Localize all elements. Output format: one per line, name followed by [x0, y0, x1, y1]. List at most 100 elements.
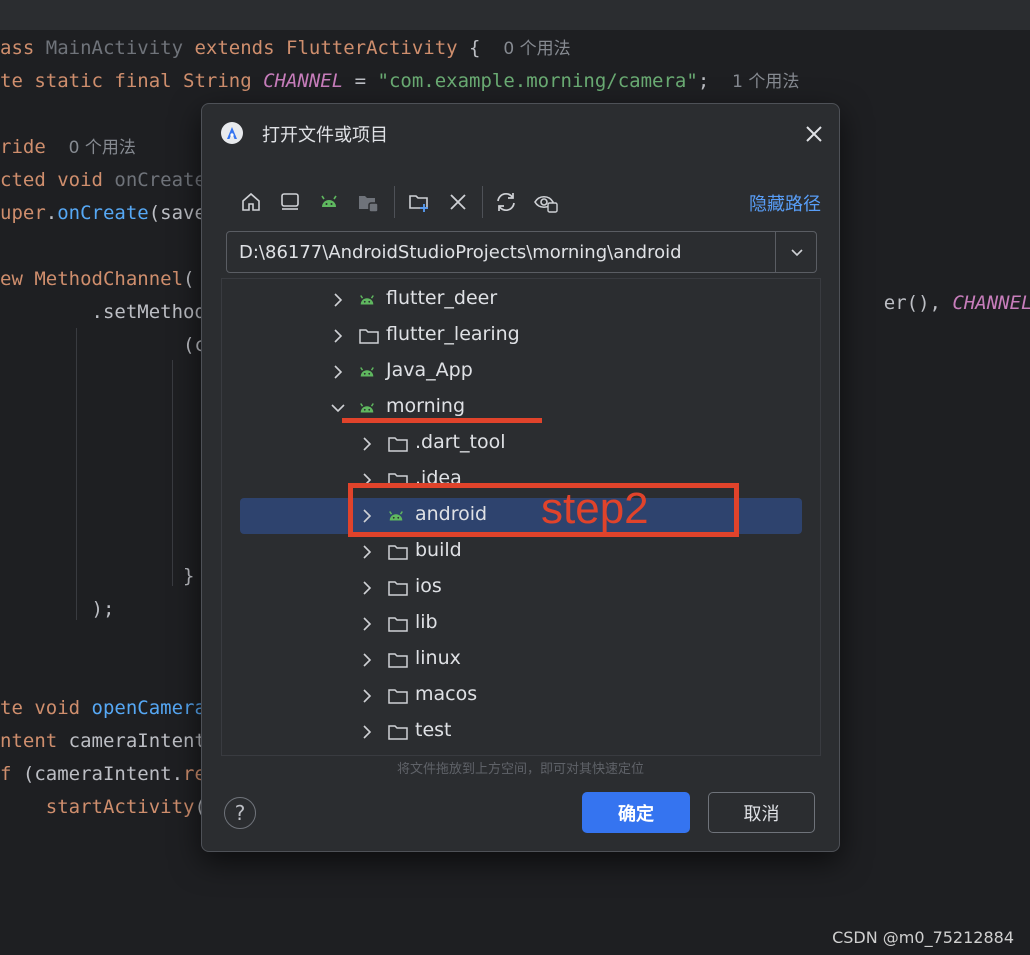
help-button[interactable]: ?: [224, 797, 256, 829]
tree-item-label: linux: [415, 647, 461, 669]
tree-item-test[interactable]: test: [222, 714, 820, 750]
code-token: (cameraIntent.: [22, 763, 184, 785]
chevron-right-icon[interactable]: [357, 686, 377, 706]
code-token: extends: [194, 37, 286, 59]
code-token: .setMethod(: [0, 301, 218, 323]
code-token: startActivity: [0, 796, 195, 818]
folder-icon: [387, 649, 409, 671]
tree-item-label: ios: [415, 575, 442, 597]
chevron-right-icon[interactable]: [357, 614, 377, 634]
code-token: ride: [0, 136, 69, 158]
tree-item-dart-tool[interactable]: .dart_tool: [222, 426, 820, 462]
code-line: }: [0, 564, 194, 588]
path-input[interactable]: [227, 232, 767, 272]
code-token: openCamera: [91, 697, 206, 719]
tree-item-lib[interactable]: lib: [222, 606, 820, 642]
code-token: =: [343, 70, 378, 92]
tree-item-macos[interactable]: macos: [222, 678, 820, 714]
code-token: (ca: [0, 334, 218, 356]
chevron-right-icon[interactable]: [357, 578, 377, 598]
code-token: te static final: [0, 70, 184, 92]
toolbar-divider: [394, 186, 395, 218]
delete-icon[interactable]: [443, 186, 473, 218]
chevron-right-icon[interactable]: [328, 326, 348, 346]
indent-guide: [172, 360, 173, 586]
code-token: {: [457, 37, 504, 59]
cancel-button[interactable]: 取消: [708, 792, 815, 833]
tree-item-label: lib: [415, 611, 438, 633]
chevron-right-icon[interactable]: [328, 290, 348, 310]
code-line: ew MethodChannel(: [0, 267, 195, 291]
tree-item-java-app[interactable]: Java_App: [222, 354, 820, 390]
chevron-down-icon[interactable]: [775, 232, 817, 272]
folder-icon: [358, 325, 380, 347]
show-hidden-icon[interactable]: [531, 186, 561, 218]
code-token: .: [45, 202, 58, 224]
chevron-right-icon[interactable]: [357, 434, 377, 454]
folder-icon: [387, 685, 409, 707]
code-token: f: [0, 763, 23, 785]
path-combobox: [226, 231, 817, 273]
home-icon[interactable]: [236, 186, 266, 218]
code-line: uper.onCreate(save: [0, 201, 206, 225]
code-token: MethodChannel: [34, 268, 184, 290]
toolbar-divider: [482, 186, 483, 218]
code-token: MainActivity: [45, 37, 195, 59]
tree-item-flutter-learing[interactable]: flutter_learing: [222, 318, 820, 354]
ok-button[interactable]: 确定: [582, 792, 690, 833]
code-token: cameraIntent: [68, 730, 206, 752]
tree-item-ios[interactable]: ios: [222, 570, 820, 606]
code-line-right-fragment: er(), CHANNEL): [883, 292, 1030, 314]
code-token: cted void: [0, 169, 115, 191]
tree-item-flutter-deer[interactable]: flutter_deer: [222, 282, 820, 318]
tree-item-build[interactable]: build: [222, 534, 820, 570]
refresh-icon[interactable]: [491, 186, 521, 218]
code-token: ass: [0, 37, 46, 59]
code-token: onCreate: [57, 202, 149, 224]
folder-icon: [387, 721, 409, 743]
tree-item-label: build: [415, 539, 462, 561]
code-token: "com.example.morning/camera": [377, 70, 698, 92]
tree-item-label: flutter_deer: [386, 287, 498, 309]
code-token: ;: [697, 70, 733, 92]
close-icon[interactable]: [802, 122, 826, 146]
usage-hint: 0 个用法: [503, 39, 571, 59]
module-folder-icon[interactable]: [353, 186, 383, 218]
folder-icon: [387, 577, 409, 599]
chevron-right-icon[interactable]: [357, 542, 377, 562]
code-token: (save: [148, 202, 206, 224]
dialog-title: 打开文件或项目: [262, 125, 388, 146]
annotation-underline: [342, 418, 542, 423]
android-studio-logo-icon: [221, 122, 243, 144]
chevron-down-icon[interactable]: [328, 398, 348, 418]
code-token: (: [183, 268, 195, 290]
editor-tab-bar: [0, 0, 1030, 30]
code-line: cted void onCreate: [0, 168, 206, 192]
new-folder-icon[interactable]: [404, 186, 434, 218]
code-line: f (cameraIntent.re: [0, 762, 206, 786]
watermark: CSDN @m0_75212884: [832, 928, 1014, 947]
code-line: ride 0 个用法: [0, 135, 136, 159]
code-line: te void openCamera: [0, 696, 206, 720]
folder-icon: [387, 613, 409, 635]
hide-path-link[interactable]: 隐藏路径: [749, 190, 821, 216]
code-token: ntent: [0, 730, 69, 752]
drop-hint: 将文件拖放到上方空间，即可对其快速定位: [396, 762, 644, 777]
code-token: onCreate: [114, 169, 206, 191]
chevron-right-icon[interactable]: [357, 650, 377, 670]
code-token: );: [0, 598, 115, 620]
tree-item-linux[interactable]: linux: [222, 642, 820, 678]
code-line: ass MainActivity extends FlutterActivity…: [0, 36, 571, 60]
desktop-icon[interactable]: [275, 186, 305, 218]
android-icon: [358, 363, 380, 385]
chevron-right-icon[interactable]: [328, 362, 348, 382]
android-project-icon[interactable]: [314, 186, 344, 218]
tree-item-label: Java_App: [386, 359, 473, 381]
tree-item-label: macos: [415, 683, 478, 705]
chevron-right-icon[interactable]: [357, 722, 377, 742]
usage-hint: 0 个用法: [68, 138, 136, 158]
code-token: String: [183, 70, 264, 92]
code-token: uper: [0, 202, 46, 224]
code-line: ntent cameraIntent: [0, 729, 206, 753]
code-line: );: [0, 597, 115, 621]
